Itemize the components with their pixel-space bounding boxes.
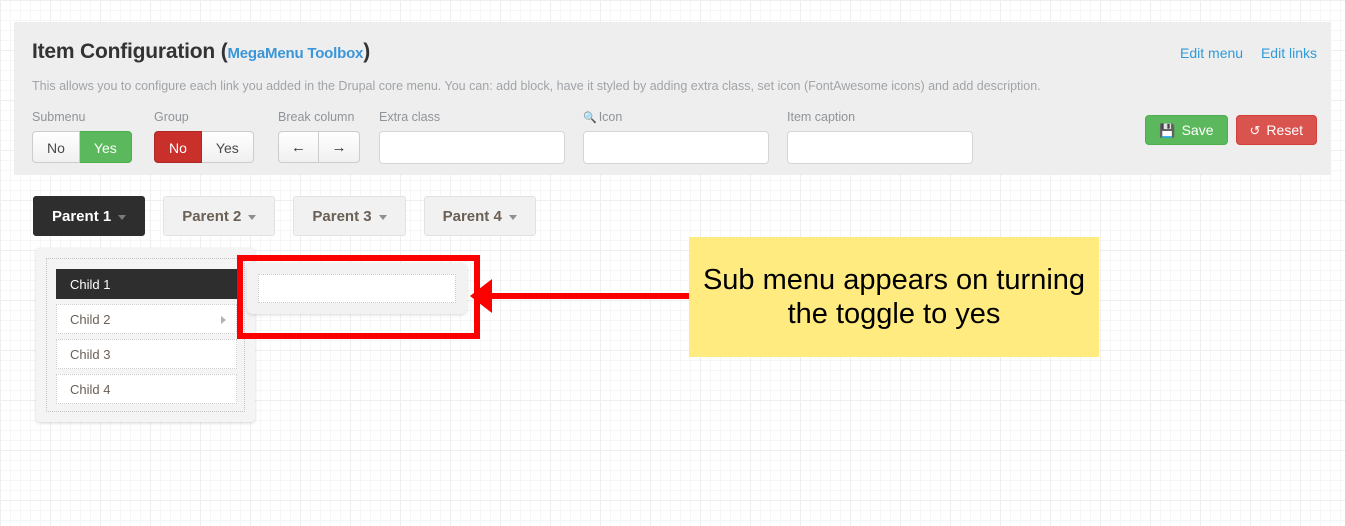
item-caption-input[interactable] xyxy=(787,131,973,164)
page-title: Item Configuration (MegaMenu Toolbox) xyxy=(32,40,370,64)
parent-tab-4[interactable]: Parent 4 xyxy=(423,196,536,236)
icon-input[interactable] xyxy=(583,131,769,164)
annotation-arrow-head xyxy=(470,279,492,313)
field-submenu: Submenu No Yes xyxy=(32,110,132,163)
child-menu-list: Child 1 Child 2 Child 3 Child 4 xyxy=(56,269,237,409)
parent-tab-3-label: Parent 3 xyxy=(312,208,372,225)
chevron-down-icon xyxy=(508,214,517,220)
parent-menu-tabs: Parent 1 Parent 2 Parent 3 Parent 4 xyxy=(33,196,536,236)
child-dropdown-panel: Child 1 Child 2 Child 3 Child 4 xyxy=(36,248,255,422)
save-button[interactable]: 💾 Save xyxy=(1145,115,1228,145)
parent-tab-4-label: Parent 4 xyxy=(442,208,502,225)
field-extra-class: Extra class xyxy=(379,110,565,164)
chevron-down-icon xyxy=(378,214,387,220)
annotation-arrow-line xyxy=(487,293,690,299)
parent-tab-2[interactable]: Parent 2 xyxy=(163,196,276,236)
megamenu-toolbox-link[interactable]: MegaMenu Toolbox xyxy=(228,45,364,62)
submenu-toggle-group[interactable]: No Yes xyxy=(32,131,132,163)
parent-tab-2-label: Parent 2 xyxy=(182,208,242,225)
group-label: Group xyxy=(154,110,189,124)
extra-class-input[interactable] xyxy=(379,131,565,164)
break-column-label: Break column xyxy=(278,110,355,124)
item-configuration-panel: Item Configuration (MegaMenu Toolbox) Th… xyxy=(14,22,1331,175)
annotation-callout-text: Sub menu appears on turning the toggle t… xyxy=(702,263,1086,330)
group-toggle-group[interactable]: No Yes xyxy=(154,131,254,163)
item-caption-label: Item caption xyxy=(787,110,856,124)
title-paren-open: ( xyxy=(220,40,228,63)
parent-tab-1-label: Parent 1 xyxy=(52,208,112,225)
child-item-3[interactable]: Child 3 xyxy=(56,339,237,369)
page-title-text: Item Configuration xyxy=(32,40,216,63)
submenu-toggle-yes[interactable]: Yes xyxy=(79,131,132,163)
reset-button[interactable]: ↺ Reset xyxy=(1235,115,1317,145)
arrow-left-icon[interactable]: ← xyxy=(278,131,319,163)
field-item-caption: Item caption xyxy=(787,110,973,164)
child-item-4[interactable]: Child 4 xyxy=(56,374,237,404)
submenu-toggle-no[interactable]: No xyxy=(32,131,80,163)
chevron-down-icon xyxy=(248,214,257,220)
child-item-1-label: Child 1 xyxy=(70,277,111,292)
field-group-toggle: Group No Yes xyxy=(154,110,254,163)
icon-label-text: Icon xyxy=(598,110,623,124)
parent-tab-1[interactable]: Parent 1 xyxy=(33,196,146,236)
reset-button-label: Reset xyxy=(1266,122,1303,138)
field-break-column: Break column ← → xyxy=(278,110,360,163)
action-buttons: 💾 Save ↺ Reset xyxy=(1145,115,1317,145)
annotation-callout: Sub menu appears on turning the toggle t… xyxy=(689,237,1099,357)
child-item-4-label: Child 4 xyxy=(70,382,111,397)
chevron-down-icon xyxy=(118,214,127,220)
save-button-label: Save xyxy=(1181,122,1214,138)
edit-menu-link[interactable]: Edit menu xyxy=(1180,45,1243,61)
extra-class-label: Extra class xyxy=(379,110,441,124)
icon-field-label: 🔍 Icon xyxy=(583,110,769,126)
undo-icon: ↺ xyxy=(1249,122,1261,138)
child-item-1[interactable]: Child 1 xyxy=(56,269,237,299)
group-toggle-no[interactable]: No xyxy=(154,131,202,163)
annotation-highlight-rectangle xyxy=(237,255,480,339)
child-item-3-label: Child 3 xyxy=(70,347,111,362)
header-links: Edit menu Edit links xyxy=(1166,45,1317,61)
field-icon: 🔍 Icon xyxy=(583,110,769,164)
break-column-button-group[interactable]: ← → xyxy=(278,131,360,163)
search-icon: 🔍 xyxy=(583,112,597,124)
panel-description: This allows you to configure each link y… xyxy=(32,79,1041,93)
title-paren-close: ) xyxy=(363,40,370,63)
child-item-2-label: Child 2 xyxy=(70,312,111,327)
floppy-disk-icon: 💾 xyxy=(1159,122,1176,138)
submenu-label: Submenu xyxy=(32,110,86,124)
parent-tab-3[interactable]: Parent 3 xyxy=(293,196,406,236)
caret-right-icon xyxy=(221,316,226,324)
group-toggle-yes[interactable]: Yes xyxy=(201,131,254,163)
arrow-right-icon[interactable]: → xyxy=(319,131,360,163)
edit-links-link[interactable]: Edit links xyxy=(1261,45,1317,61)
child-item-2[interactable]: Child 2 xyxy=(56,304,237,334)
